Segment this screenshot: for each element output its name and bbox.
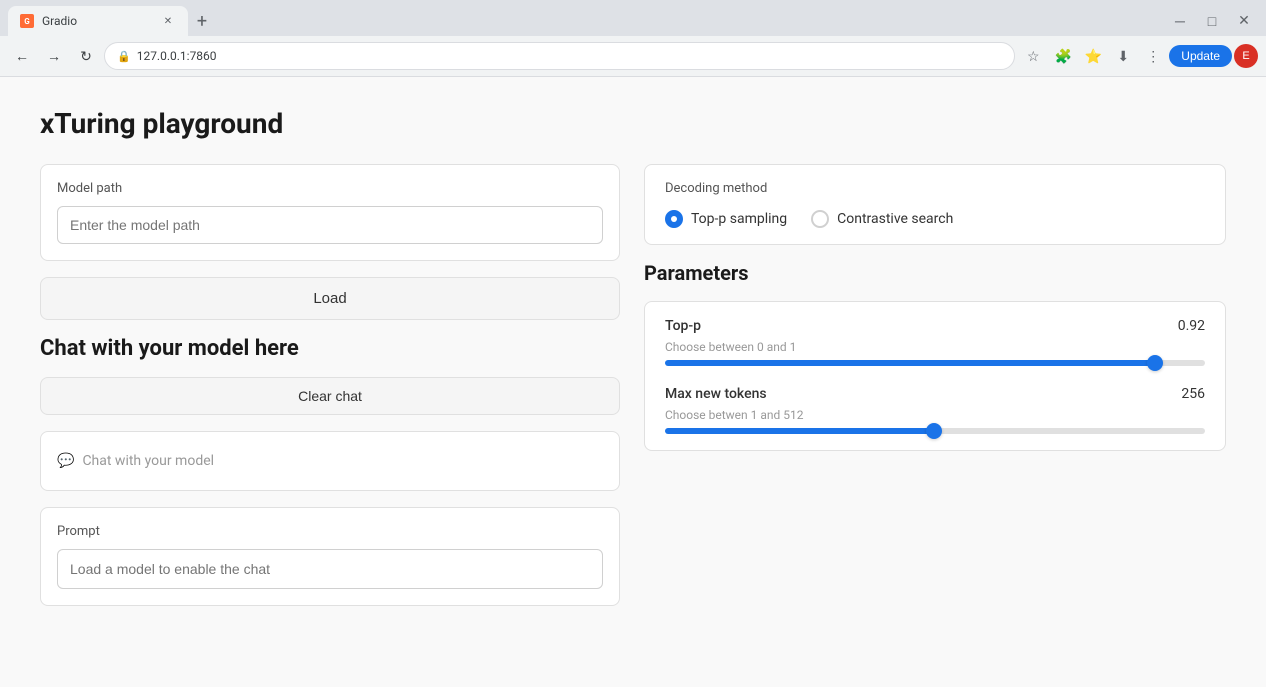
- max-tokens-slider[interactable]: [665, 428, 1205, 434]
- forward-btn[interactable]: →: [40, 42, 68, 70]
- top-p-value: 0.92: [1178, 318, 1205, 334]
- chat-section-title: Chat with your model here: [40, 336, 620, 361]
- prompt-input[interactable]: [57, 549, 603, 589]
- decoding-method-card: Decoding method Top-p sampling Contrasti…: [644, 164, 1226, 245]
- reload-btn[interactable]: ↻: [72, 42, 100, 70]
- model-path-label: Model path: [57, 181, 603, 196]
- page-content: xTuring playground Model path Load Chat …: [0, 77, 1266, 636]
- prompt-label: Prompt: [57, 524, 603, 539]
- prompt-card: Prompt: [40, 507, 620, 606]
- close-window-btn[interactable]: ✕: [1230, 7, 1258, 35]
- downloads-btn[interactable]: ⬇: [1109, 42, 1137, 70]
- extensions-btn[interactable]: 🧩: [1049, 42, 1077, 70]
- url-text: 127.0.0.1:7860: [137, 49, 217, 63]
- max-tokens-header: Max new tokens 256: [665, 386, 1205, 402]
- radio-circle-contrastive: [811, 210, 829, 228]
- max-tokens-param: Max new tokens 256 Choose betwen 1 and 5…: [665, 386, 1205, 434]
- radio-label-contrastive: Contrastive search: [837, 211, 953, 227]
- top-p-header: Top-p 0.92: [665, 318, 1205, 334]
- favorites-btn[interactable]: ⭐: [1079, 42, 1107, 70]
- bookmark-search-btn[interactable]: ☆: [1019, 42, 1047, 70]
- max-tokens-name: Max new tokens: [665, 386, 767, 402]
- load-button[interactable]: Load: [40, 277, 620, 320]
- back-btn[interactable]: ←: [8, 42, 36, 70]
- active-tab[interactable]: G Gradio ✕: [8, 6, 188, 36]
- max-tokens-value: 256: [1181, 386, 1205, 402]
- address-bar[interactable]: 🔒 127.0.0.1:7860: [104, 42, 1015, 70]
- maximize-btn[interactable]: □: [1198, 7, 1226, 35]
- left-panel: Model path Load Chat with your model her…: [40, 164, 620, 606]
- radio-circle-top-p: [665, 210, 683, 228]
- main-layout: Model path Load Chat with your model her…: [40, 164, 1226, 606]
- nav-actions: ☆ 🧩 ⭐ ⬇ ⋮ Update E: [1019, 42, 1258, 70]
- tab-title: Gradio: [42, 14, 77, 28]
- chat-placeholder-text: Chat with your model: [82, 453, 214, 469]
- more-btn[interactable]: ⋮: [1139, 42, 1167, 70]
- model-path-card: Model path: [40, 164, 620, 261]
- decoding-radio-group: Top-p sampling Contrastive search: [665, 210, 1205, 228]
- right-panel: Decoding method Top-p sampling Contrasti…: [644, 164, 1226, 606]
- radio-label-top-p: Top-p sampling: [691, 211, 787, 227]
- top-p-hint: Choose between 0 and 1: [665, 340, 1205, 354]
- params-card: Top-p 0.92 Choose between 0 and 1 Max ne…: [644, 301, 1226, 451]
- decoding-label: Decoding method: [665, 181, 1205, 196]
- page-title: xTuring playground: [40, 107, 1226, 140]
- chat-icon: 💬: [57, 453, 74, 469]
- top-p-name: Top-p: [665, 318, 701, 334]
- radio-top-p[interactable]: Top-p sampling: [665, 210, 787, 228]
- lock-icon: 🔒: [117, 50, 131, 63]
- tab-bar: G Gradio ✕ + ─ □ ✕: [0, 0, 1266, 36]
- model-path-input[interactable]: [57, 206, 603, 244]
- top-p-param: Top-p 0.92 Choose between 0 and 1: [665, 318, 1205, 366]
- top-p-slider[interactable]: [665, 360, 1205, 366]
- params-title: Parameters: [644, 261, 1226, 285]
- max-tokens-hint: Choose betwen 1 and 512: [665, 408, 1205, 422]
- chatbox: 💬 Chat with your model: [40, 431, 620, 491]
- update-button[interactable]: Update: [1169, 45, 1232, 67]
- nav-bar: ← → ↻ 🔒 127.0.0.1:7860 ☆ 🧩 ⭐ ⬇ ⋮ Update …: [0, 36, 1266, 76]
- tab-favicon: G: [20, 14, 34, 28]
- minimize-btn[interactable]: ─: [1166, 7, 1194, 35]
- new-tab-btn[interactable]: +: [188, 7, 216, 35]
- profile-btn[interactable]: E: [1234, 44, 1258, 68]
- clear-chat-button[interactable]: Clear chat: [40, 377, 620, 415]
- browser-chrome: G Gradio ✕ + ─ □ ✕ ← → ↻ 🔒 127.0.0.1:786…: [0, 0, 1266, 77]
- radio-contrastive[interactable]: Contrastive search: [811, 210, 953, 228]
- tab-close-btn[interactable]: ✕: [160, 13, 176, 29]
